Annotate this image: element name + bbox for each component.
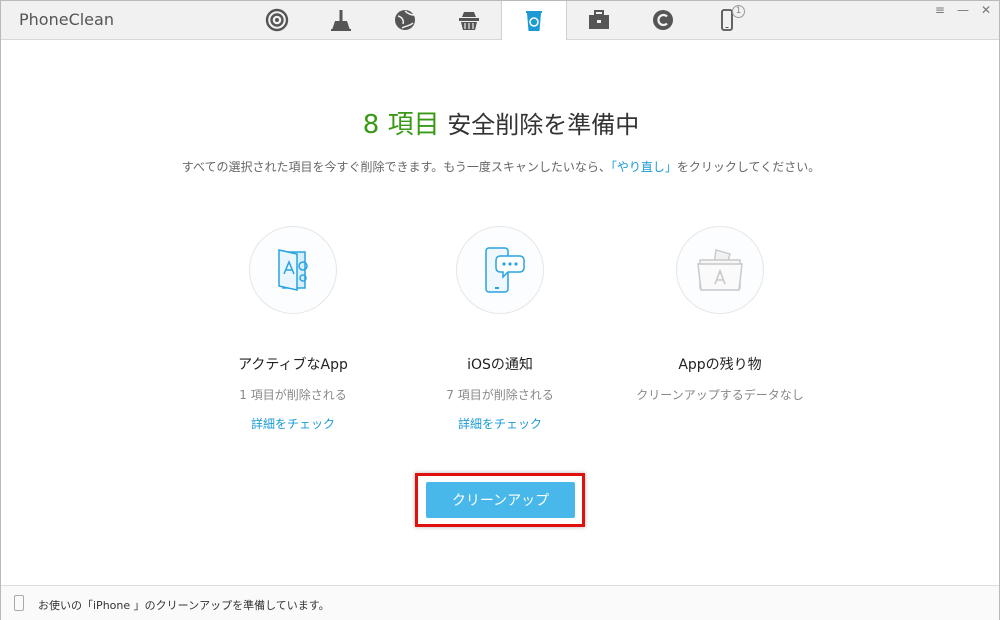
category-icon-circle [456, 226, 544, 314]
category-desc: クリーンアップするデータなし [636, 388, 804, 402]
tab-signal[interactable] [245, 1, 309, 39]
status-text: お使いの「iPhone 」のクリーンアップを準備しています。 [38, 599, 330, 612]
category-ios-notifications: iOSの通知 7 項目が削除される 詳細をチェック [400, 226, 600, 432]
category-icon-circle [249, 226, 337, 314]
details-link[interactable]: 詳細をチェック [400, 415, 600, 432]
restore-icon [653, 10, 673, 30]
instruction-before: すべての選択された項目を今すぐ削除できます。もう一度スキャンしたいなら、 [181, 160, 611, 174]
status-bar: お使いの「iPhone 」のクリーンアップを準備しています。 [1, 585, 999, 620]
tab-broom[interactable] [309, 1, 373, 39]
window-controls: ≡ — ✕ [935, 3, 991, 17]
device-count-badge: 1 [732, 5, 745, 18]
instruction-text: すべての選択された項目を今すぐ削除できます。もう一度スキャンしたいなら、「やり直… [1, 158, 1000, 175]
category-icon-circle [676, 226, 764, 314]
tab-basket[interactable] [437, 1, 501, 39]
phoneclean-window: PhoneClean 1 ≡ — ✕ 8 項目 安全削除を準備中 すべての選択さ… [0, 0, 1000, 620]
tab-restore[interactable] [631, 1, 695, 39]
menu-icon[interactable]: ≡ [935, 3, 945, 17]
main-panel: 8 項目 安全削除を準備中 すべての選択された項目を今すぐ削除できます。もう一度… [1, 40, 999, 585]
titlebar: PhoneClean 1 ≡ — ✕ [1, 1, 999, 40]
close-icon[interactable]: ✕ [981, 3, 991, 17]
retry-link[interactable]: 「やり直し」 [611, 160, 677, 174]
page-title: 8 項目 安全削除を準備中 [1, 104, 1000, 141]
item-count: 8 項目 [362, 110, 440, 140]
toolbar-tabs: 1 [245, 1, 759, 40]
toolbox-icon [589, 10, 609, 29]
recycle-icon [526, 10, 542, 31]
category-active-app: アクティブなApp 1 項目が削除される 詳細をチェック [193, 226, 393, 432]
category-name: Appの残り物 [678, 357, 762, 373]
instruction-after: をクリックしてください。 [676, 160, 821, 174]
basket-icon [459, 12, 479, 30]
tab-globe[interactable] [373, 1, 437, 39]
app-gear-icon [278, 249, 308, 291]
cleanup-button[interactable]: クリーンアップ [426, 482, 575, 518]
signal-icon [265, 8, 289, 32]
phone-chat-icon [485, 247, 525, 293]
category-desc: 7 項目が削除される [446, 388, 554, 402]
tab-recycle[interactable] [501, 1, 567, 40]
category-app-leftovers: Appの残り物 クリーンアップするデータなし [620, 226, 820, 403]
globe-icon [395, 10, 415, 30]
tab-toolbox[interactable] [567, 1, 631, 39]
broom-icon [331, 10, 351, 31]
device-small-icon [14, 595, 24, 611]
details-link[interactable]: 詳細をチェック [193, 415, 393, 432]
headline-text: 安全削除を準備中 [439, 111, 640, 139]
category-name: アクティブなApp [238, 357, 348, 373]
category-desc: 1 項目が削除される [239, 388, 347, 402]
app-folder-icon [697, 249, 743, 291]
minimize-icon[interactable]: — [957, 3, 969, 17]
app-title: PhoneClean [19, 10, 114, 29]
tab-device[interactable]: 1 [695, 1, 759, 39]
category-name: iOSの通知 [467, 357, 533, 373]
